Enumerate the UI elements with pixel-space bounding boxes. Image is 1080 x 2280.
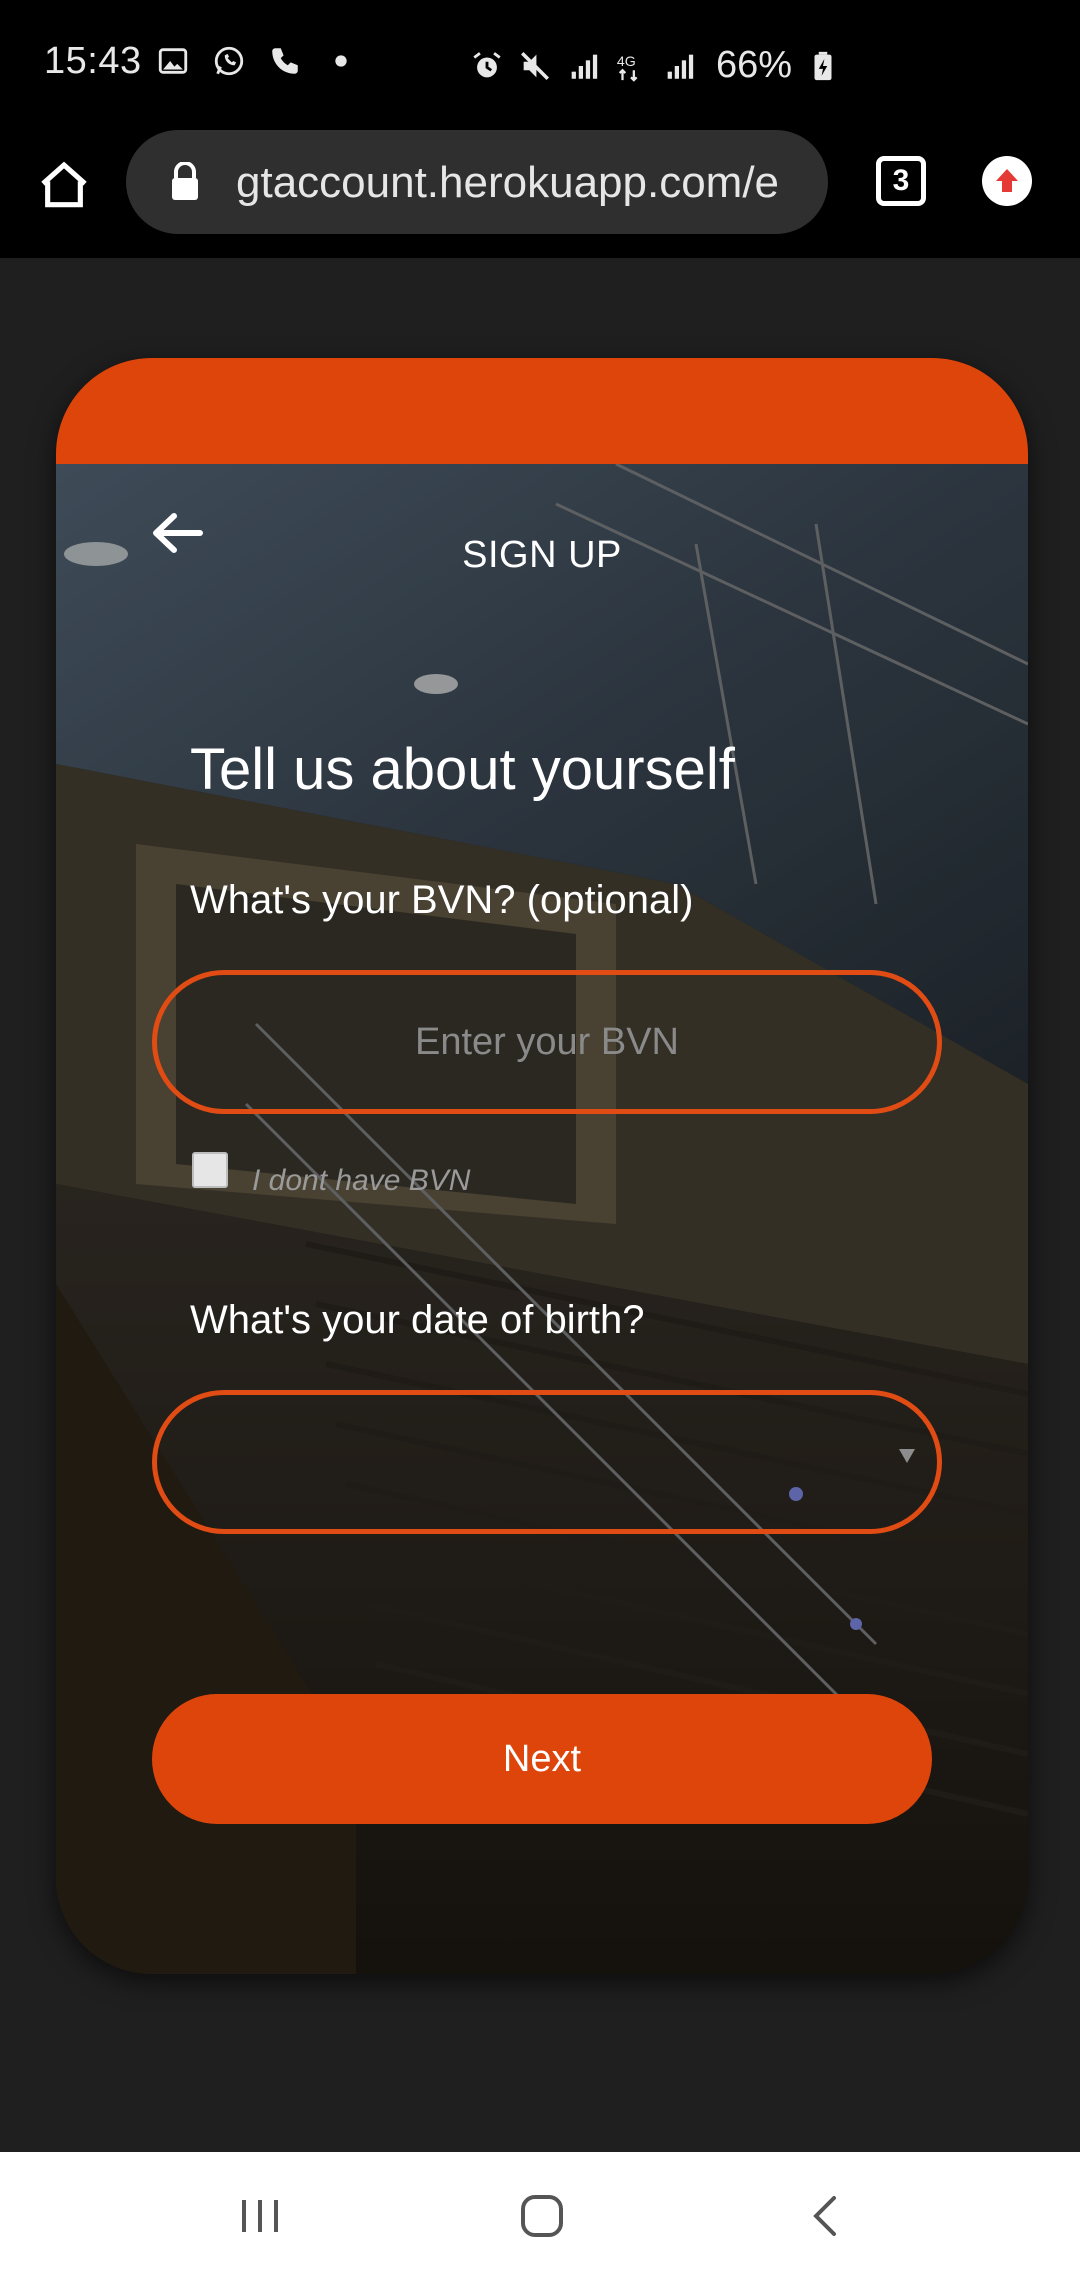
address-bar[interactable]: gtaccount.herokuapp.com/e — [126, 130, 828, 234]
bvn-label: What's your BVN? (optional) — [190, 878, 694, 922]
browser-toolbar: gtaccount.herokuapp.com/e 3 — [0, 130, 1080, 258]
home-icon[interactable] — [36, 158, 92, 214]
nav-back-icon[interactable] — [806, 2192, 842, 2240]
recents-icon[interactable] — [236, 2194, 284, 2238]
no-bvn-checkbox[interactable] — [192, 1152, 228, 1188]
dot-icon — [335, 55, 347, 67]
dob-select[interactable] — [152, 1390, 942, 1534]
signal-icon — [667, 54, 694, 79]
url-text: gtaccount.herokuapp.com/e — [236, 158, 780, 207]
nav-home-icon[interactable] — [518, 2192, 566, 2240]
alarm-icon — [473, 51, 501, 77]
status-time: 15:43 — [44, 40, 142, 82]
page-title: SIGN UP — [462, 534, 622, 576]
notification-icons — [156, 44, 358, 78]
system-nav-bar — [0, 2152, 1080, 2280]
next-button[interactable]: Next — [152, 1694, 932, 1824]
update-arrow-icon — [996, 169, 1018, 192]
phone-icon — [272, 48, 298, 74]
signup-card: SIGN UP Tell us about yourself What's yo… — [56, 358, 1028, 1974]
signal-icon — [571, 54, 598, 79]
battery-percent: 66% — [716, 44, 793, 86]
no-bvn-label: I dont have BVN — [252, 1164, 471, 1197]
mute-icon — [520, 51, 550, 80]
dob-label: What's your date of birth? — [190, 1298, 645, 1342]
system-icons: 4G 66% — [470, 44, 840, 87]
4g-icon: 4G — [617, 54, 638, 82]
whatsapp-icon — [214, 46, 244, 76]
form-heading: Tell us about yourself — [190, 737, 735, 802]
card-header — [56, 358, 1028, 464]
bvn-input[interactable] — [152, 970, 942, 1114]
dropdown-caret-icon — [899, 1449, 915, 1463]
battery-charging-icon — [814, 51, 832, 80]
gallery-icon — [158, 48, 188, 74]
tab-switcher-button[interactable]: 3 — [876, 156, 926, 206]
lock-icon — [172, 162, 198, 200]
svg-text:4G: 4G — [617, 54, 636, 70]
update-button[interactable] — [982, 156, 1032, 206]
status-bar: 15:43 4G 66% — [0, 0, 1080, 130]
